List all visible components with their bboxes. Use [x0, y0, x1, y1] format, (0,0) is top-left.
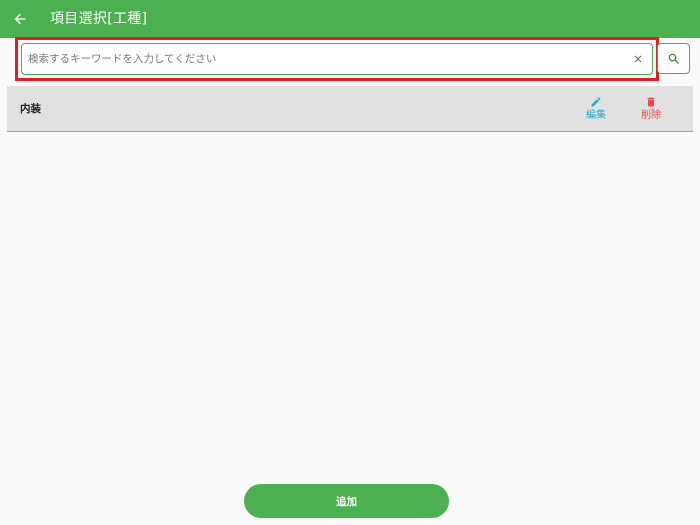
back-button[interactable] — [8, 7, 32, 31]
list-item[interactable]: 内装 編集 削除 — [7, 86, 693, 132]
arrow-left-icon — [14, 13, 26, 25]
page-title: 項目選択[工種] — [50, 11, 148, 27]
search-input[interactable] — [28, 44, 624, 73]
edit-label: 編集 — [586, 110, 606, 121]
list-item-label: 内装 — [20, 103, 41, 115]
trash-icon — [647, 97, 655, 107]
search-icon — [668, 53, 679, 64]
delete-button[interactable]: 削除 — [631, 96, 671, 126]
app-bar: 項目選択[工種] — [0, 0, 700, 38]
delete-label: 削除 — [641, 110, 661, 121]
edit-button[interactable]: 編集 — [576, 96, 616, 126]
search-button[interactable] — [657, 43, 690, 74]
search-field[interactable] — [21, 43, 653, 75]
close-icon — [634, 55, 642, 63]
add-button[interactable]: 追加 — [244, 484, 449, 518]
clear-search-button[interactable] — [630, 51, 646, 67]
pencil-icon — [591, 97, 601, 107]
